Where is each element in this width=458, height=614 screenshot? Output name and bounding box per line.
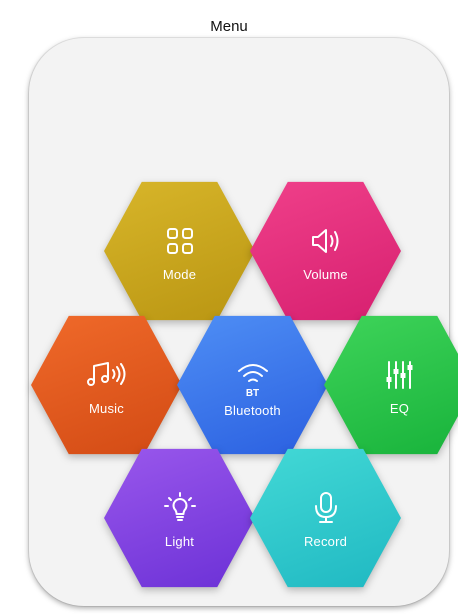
music-note-icon — [85, 355, 129, 395]
bt-icon-text: BT — [245, 387, 260, 399]
light-button[interactable]: Light — [104, 448, 255, 588]
music-label: Music — [89, 400, 124, 416]
equalizer-icon — [378, 355, 422, 395]
bluetooth-label: Bluetooth — [224, 402, 281, 418]
volume-label: Volume — [303, 266, 348, 282]
speaker-icon — [304, 221, 348, 261]
light-tile-wrap: Light — [104, 446, 255, 590]
wifi-signal-icon — [231, 353, 275, 393]
volume-button[interactable]: Volume — [250, 181, 401, 321]
bluetooth-tile-wrap: BT Bluetooth — [177, 313, 328, 457]
bluetooth-button[interactable]: BT Bluetooth — [177, 315, 328, 455]
record-label: Record — [303, 533, 348, 549]
eq-label: EQ — [389, 400, 410, 416]
record-button[interactable]: Record — [250, 448, 401, 588]
grid-icon — [158, 221, 202, 261]
light-bulb-icon — [158, 488, 202, 528]
music-button[interactable]: Music — [31, 315, 182, 455]
microphone-icon — [304, 488, 348, 528]
record-tile-wrap: Record — [250, 446, 401, 590]
music-tile-wrap: Music — [31, 313, 182, 457]
eq-tile-wrap: EQ — [324, 313, 458, 457]
mode-tile-wrap: Mode — [104, 179, 255, 323]
volume-tile-wrap: Volume — [250, 179, 401, 323]
mode-button[interactable]: Mode — [104, 181, 255, 321]
eq-button[interactable]: EQ — [324, 315, 458, 455]
app-frame: Menu Mode Volume Music BT Bluetooth EQ L… — [0, 0, 458, 614]
light-label: Light — [164, 533, 195, 549]
page-title: Menu — [210, 18, 248, 35]
mode-label: Mode — [162, 266, 197, 282]
